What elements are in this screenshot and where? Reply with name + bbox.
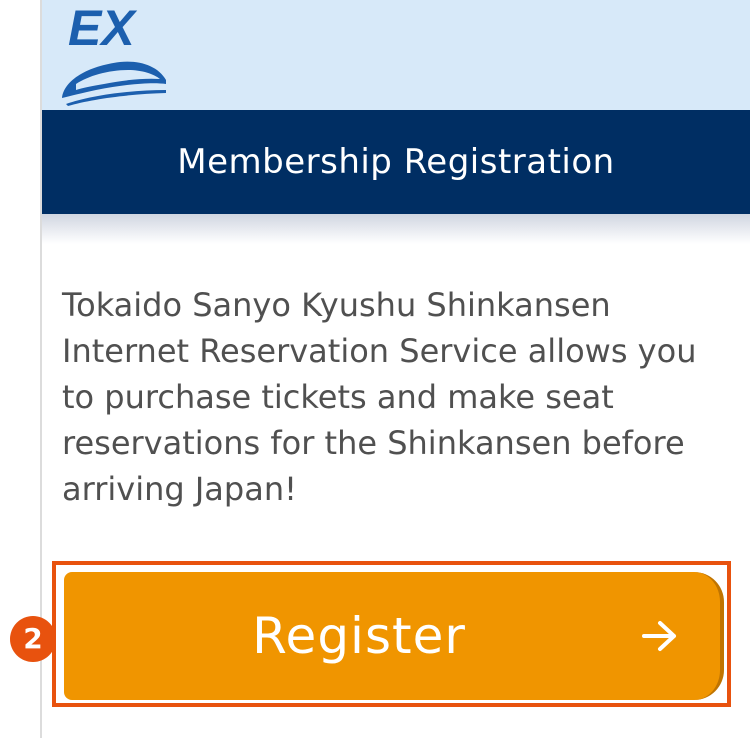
ex-logo: EX bbox=[62, 0, 166, 106]
shinkansen-train-icon bbox=[62, 61, 166, 106]
header-shadow bbox=[42, 214, 750, 244]
page: EX Membership Registration Tokaido Sanyo… bbox=[0, 0, 750, 738]
register-button-label: Register bbox=[252, 607, 466, 665]
step-number-badge: 2 bbox=[10, 616, 56, 662]
logo-text: EX bbox=[68, 0, 137, 56]
service-description: Tokaido Sanyo Kyushu Shinkansen Internet… bbox=[62, 286, 697, 508]
arrow-right-icon bbox=[642, 621, 676, 651]
logo-bar: EX bbox=[42, 0, 750, 110]
page-title: Membership Registration bbox=[177, 142, 615, 182]
register-button[interactable]: Register bbox=[64, 572, 724, 700]
header-bar: Membership Registration bbox=[42, 110, 750, 214]
